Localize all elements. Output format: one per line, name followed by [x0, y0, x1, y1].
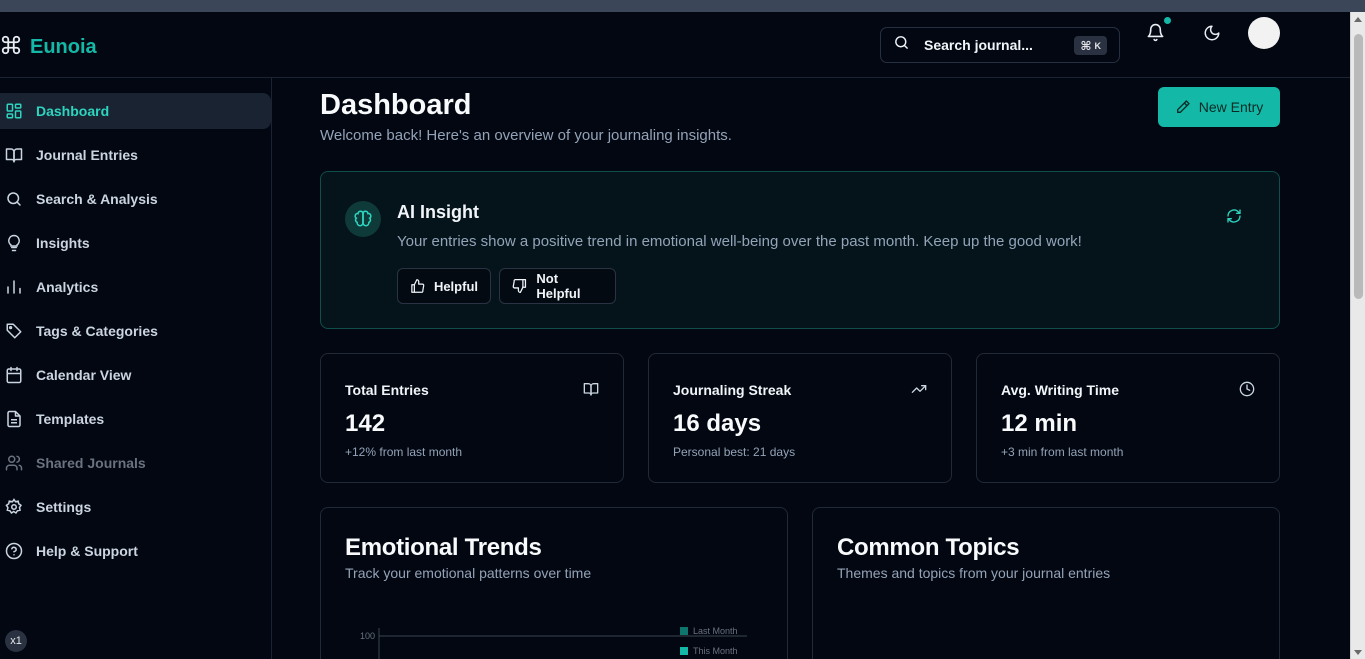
bar-chart-icon	[7, 280, 21, 294]
stat-note: +12% from last month	[345, 445, 463, 459]
sidebar-item-label: Tags & Categories	[36, 323, 158, 339]
stat-title: Avg. Writing Time	[1001, 382, 1119, 398]
insight-title: AI Insight	[397, 202, 479, 222]
scroll-up-icon[interactable]	[1354, 17, 1362, 22]
refresh-icon[interactable]	[1226, 208, 1242, 229]
sidebar-item-label: Calendar View	[36, 367, 132, 383]
stat-note: +3 min from last month	[1001, 445, 1124, 459]
page-subtitle: Welcome back! Here's an overview of your…	[320, 127, 732, 144]
sidebar-item-insights[interactable]: Insights	[0, 225, 271, 261]
stat-title: Total Entries	[345, 382, 429, 398]
sidebar-item-search-analysis[interactable]: Search & Analysis	[0, 181, 271, 217]
lightbulb-icon	[8, 234, 20, 252]
stat-title: Journaling Streak	[673, 382, 792, 398]
helpful-label: Helpful	[433, 278, 478, 294]
ai-insight-card: AI Insight Your entries show a positive …	[320, 171, 1280, 329]
not-helpful-label: Not Helpful	[536, 271, 581, 301]
command-icon	[0, 34, 22, 61]
legend-swatch-this-month	[680, 647, 688, 655]
legend-label: Last Month	[693, 626, 738, 636]
stat-note: Personal best: 21 days	[673, 445, 796, 459]
zoom-badge[interactable]: x1	[5, 630, 27, 652]
file-icon	[7, 410, 21, 428]
legend-swatch-last-month	[680, 627, 688, 635]
sidebar-item-dashboard[interactable]: Dashboard	[0, 93, 271, 129]
sidebar: Dashboard Journal Entries Search & Analy…	[0, 78, 272, 659]
stat-value: 142	[345, 410, 386, 437]
shortcut-symbol: ⌘	[1080, 38, 1092, 53]
common-topics-card: Common Topics Themes and topics from you…	[812, 507, 1280, 659]
thumbs-down-icon	[512, 278, 527, 294]
help-icon	[5, 542, 23, 560]
browser-top-bar	[0, 0, 1365, 12]
insight-message: Your entries show a positive trend in em…	[397, 233, 1082, 250]
emotional-trends-card: Emotional Trends Track your emotional pa…	[320, 507, 788, 659]
sidebar-item-templates[interactable]: Templates	[0, 401, 271, 437]
sidebar-item-label: Search & Analysis	[36, 191, 158, 207]
trending-up-icon	[911, 381, 927, 402]
users-icon	[5, 455, 23, 471]
sidebar-item-label: Dashboard	[36, 103, 110, 119]
sidebar-item-help-support[interactable]: Help & Support	[0, 533, 271, 569]
moon-icon[interactable]	[1203, 24, 1221, 47]
sidebar-item-calendar-view[interactable]: Calendar View	[0, 357, 271, 393]
scrollbar-thumb[interactable]	[1354, 34, 1363, 299]
gear-icon	[5, 498, 23, 515]
sidebar-item-label: Templates	[36, 411, 105, 427]
stat-value: 16 days	[673, 410, 762, 437]
stat-card-journaling-streak: Journaling Streak 16 days Personal best:…	[648, 353, 952, 483]
page-title: Dashboard	[320, 89, 472, 121]
book-icon	[5, 148, 23, 163]
page-scrollbar[interactable]	[1350, 12, 1365, 659]
clock-icon	[1239, 381, 1255, 402]
sidebar-item-label: Analytics	[36, 279, 99, 295]
search-icon	[7, 192, 21, 206]
stat-card-avg-writing-time: Avg. Writing Time 12 min +3 min from las…	[976, 353, 1280, 483]
sidebar-item-analytics[interactable]: Analytics	[0, 269, 271, 305]
dashboard-icon	[6, 103, 22, 119]
not-helpful-button[interactable]: Not Helpful	[499, 268, 616, 304]
thumbs-up-icon	[411, 279, 425, 293]
avatar[interactable]	[1248, 17, 1280, 49]
shortcut-key: K	[1094, 40, 1102, 51]
search-icon	[893, 34, 910, 56]
new-entry-button[interactable]: New Entry	[1158, 87, 1280, 127]
book-open-icon	[583, 381, 599, 402]
sidebar-item-shared-journals[interactable]: Shared Journals	[0, 445, 271, 481]
search-input[interactable]: Search journal... ⌘ K	[880, 27, 1120, 63]
sidebar-item-tags-categories[interactable]: Tags & Categories	[0, 313, 271, 349]
calendar-icon	[6, 366, 22, 384]
brain-icon	[345, 201, 381, 237]
card-subtitle: Themes and topics from your journal entr…	[837, 565, 1111, 581]
sidebar-item-label: Help & Support	[36, 543, 138, 559]
stat-card-total-entries: Total Entries 142 +12% from last month	[320, 353, 624, 483]
notification-bell-icon[interactable]	[1146, 23, 1165, 47]
card-title: Common Topics	[837, 534, 1020, 561]
sidebar-item-settings[interactable]: Settings	[0, 489, 271, 525]
sidebar-item-journal-entries[interactable]: Journal Entries	[0, 137, 271, 173]
sidebar-item-label: Journal Entries	[36, 147, 138, 163]
y-tick-label: 100	[360, 631, 375, 641]
brand-name: Eunoia	[30, 36, 97, 58]
stat-value: 12 min	[1001, 410, 1078, 437]
emotional-trends-chart: 100 Last Month This Month	[360, 626, 747, 659]
keyboard-shortcut: ⌘ K	[1074, 36, 1107, 55]
scroll-down-icon[interactable]	[1354, 650, 1362, 655]
helpful-button[interactable]: Helpful	[397, 268, 491, 304]
tag-icon	[6, 323, 22, 339]
logo[interactable]: Eunoia	[0, 34, 97, 61]
legend-label: This Month	[693, 646, 738, 656]
sidebar-item-label: Insights	[36, 235, 90, 251]
pencil-icon	[1176, 100, 1190, 113]
search-placeholder: Search journal...	[924, 37, 1033, 53]
notification-dot	[1164, 17, 1171, 24]
new-entry-label: New Entry	[1198, 99, 1264, 115]
sidebar-item-label: Settings	[36, 499, 92, 515]
sidebar-item-label: Shared Journals	[36, 455, 146, 471]
